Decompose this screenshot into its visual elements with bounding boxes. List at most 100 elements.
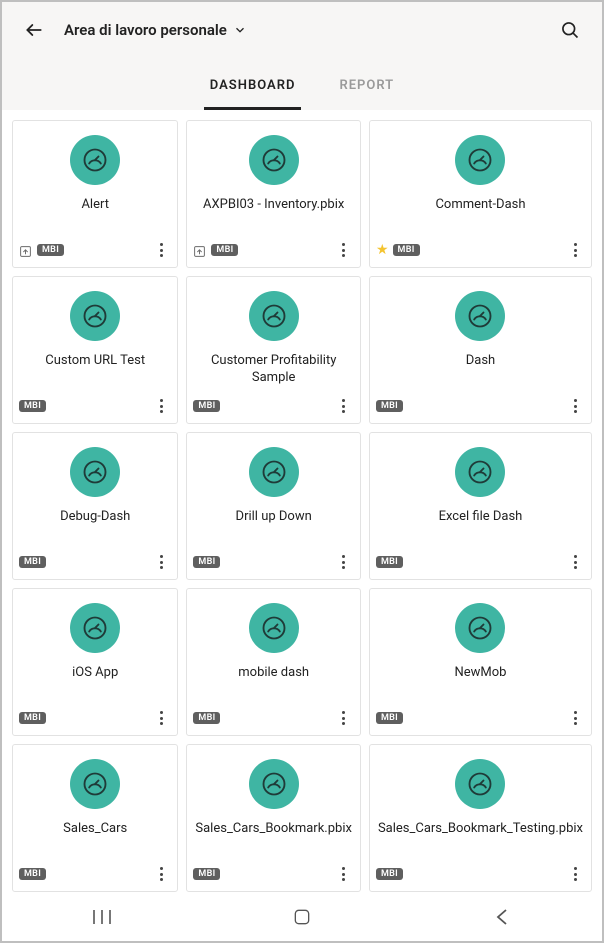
card-footer: MBI (376, 863, 585, 885)
workspace-title: Area di lavoro personale (64, 21, 227, 39)
dashboard-gauge-icon (455, 759, 505, 809)
card-more-button[interactable] (334, 863, 354, 885)
dashboard-gauge-icon (455, 603, 505, 653)
dashboard-gauge-icon (70, 291, 120, 341)
card-title: Excel file Dash (431, 509, 531, 526)
dashboard-card[interactable]: NewMob MBI (369, 588, 592, 736)
card-title: Debug-Dash (52, 509, 138, 526)
card-more-button[interactable] (565, 863, 585, 885)
card-footer: MBI (19, 239, 171, 261)
dashboard-card[interactable]: Sales_Cars MBI (12, 744, 178, 892)
dashboard-gauge-icon (249, 603, 299, 653)
mbi-badge: MBI (376, 400, 403, 412)
card-title: NewMob (446, 665, 514, 682)
dashboard-card[interactable]: Drill up Down MBI (186, 432, 361, 580)
card-footer: MBI (19, 707, 171, 729)
share-icon (193, 243, 207, 257)
card-more-button[interactable] (334, 239, 354, 261)
dashboard-card[interactable]: iOS App MBI (12, 588, 178, 736)
card-more-button[interactable] (565, 395, 585, 417)
dashboard-gauge-icon (455, 135, 505, 185)
mbi-badge: MBI (19, 712, 46, 724)
mbi-badge: MBI (19, 556, 46, 568)
card-title: Comment-Dash (427, 197, 533, 214)
dashboard-card[interactable]: Excel file Dash MBI (369, 432, 592, 580)
dashboard-gauge-icon (249, 291, 299, 341)
dashboard-gauge-icon (70, 447, 120, 497)
search-icon (560, 20, 580, 40)
card-more-button[interactable] (151, 551, 171, 573)
dashboard-card[interactable]: mobile dash MBI (186, 588, 361, 736)
card-title: Sales_Cars (55, 821, 135, 838)
nav-back-button[interactable] (472, 902, 532, 932)
card-more-button[interactable] (565, 239, 585, 261)
dashboard-grid: Alert MBI AXPBI03 - Inventory.pbix MBI C… (2, 110, 602, 894)
dashboard-card[interactable]: Sales_Cars_Bookmark.pbix MBI (186, 744, 361, 892)
mbi-badge: MBI (211, 244, 238, 256)
back-button[interactable] (20, 16, 48, 44)
tab-dashboard[interactable]: DASHBOARD (204, 78, 302, 110)
tab-bar: DASHBOARD REPORT (2, 58, 602, 110)
nav-back-icon (495, 908, 509, 926)
dashboard-card[interactable]: Comment-Dash ★ MBI (369, 120, 592, 268)
mbi-badge: MBI (376, 556, 403, 568)
dashboard-card[interactable]: Dash MBI (369, 276, 592, 424)
card-title: Dash (458, 353, 503, 370)
tab-report[interactable]: REPORT (333, 78, 400, 110)
mbi-badge: MBI (193, 868, 220, 880)
star-icon: ★ (376, 242, 389, 258)
mbi-badge: MBI (193, 400, 220, 412)
card-more-button[interactable] (565, 707, 585, 729)
card-footer: MBI (19, 551, 171, 573)
dashboard-card[interactable]: AXPBI03 - Inventory.pbix MBI (186, 120, 361, 268)
card-more-button[interactable] (334, 395, 354, 417)
card-title: Sales_Cars_Bookmark_Testing.pbix (370, 821, 591, 838)
nav-recent-button[interactable] (72, 902, 132, 932)
card-footer: MBI (193, 707, 354, 729)
chevron-down-icon (233, 23, 247, 37)
dashboard-card[interactable]: Debug-Dash MBI (12, 432, 178, 580)
mbi-badge: MBI (37, 244, 64, 256)
dashboard-gauge-icon (70, 135, 120, 185)
card-more-button[interactable] (151, 395, 171, 417)
dashboard-gauge-icon (70, 759, 120, 809)
card-more-button[interactable] (334, 707, 354, 729)
mbi-badge: MBI (19, 400, 46, 412)
card-title: Drill up Down (228, 509, 320, 526)
card-more-button[interactable] (151, 707, 171, 729)
dashboard-gauge-icon (455, 447, 505, 497)
share-icon (19, 243, 33, 257)
card-title: Alert (73, 197, 117, 214)
mbi-badge: MBI (193, 556, 220, 568)
card-footer: MBI (19, 395, 171, 417)
card-footer: MBI (193, 239, 354, 261)
nav-home-button[interactable] (272, 902, 332, 932)
dashboard-gauge-icon (249, 447, 299, 497)
card-title: mobile dash (230, 665, 317, 682)
dashboard-card[interactable]: Customer Profitability Sample MBI (186, 276, 361, 424)
dashboard-gauge-icon (249, 135, 299, 185)
android-nav-bar (2, 893, 602, 941)
card-more-button[interactable] (151, 863, 171, 885)
card-title: iOS App (64, 665, 126, 682)
card-footer: MBI (376, 707, 585, 729)
card-more-button[interactable] (334, 551, 354, 573)
mbi-badge: MBI (193, 712, 220, 724)
workspace-dropdown[interactable]: Area di lavoro personale (64, 21, 247, 39)
card-title: AXPBI03 - Inventory.pbix (195, 197, 352, 214)
dashboard-card[interactable]: Sales_Cars_Bookmark_Testing.pbix MBI (369, 744, 592, 892)
search-button[interactable] (556, 16, 584, 44)
card-title: Custom URL Test (37, 353, 153, 370)
mbi-badge: MBI (19, 868, 46, 880)
card-more-button[interactable] (565, 551, 585, 573)
card-footer: MBI (19, 863, 171, 885)
dashboard-card[interactable]: Alert MBI (12, 120, 178, 268)
card-footer: ★ MBI (376, 239, 585, 261)
dashboard-gauge-icon (249, 759, 299, 809)
dashboard-card[interactable]: Custom URL Test MBI (12, 276, 178, 424)
header-area: Area di lavoro personale DASHBOARD REPOR… (2, 2, 602, 110)
card-footer: MBI (376, 551, 585, 573)
home-icon (292, 907, 312, 927)
card-more-button[interactable] (151, 239, 171, 261)
mbi-badge: MBI (393, 244, 420, 256)
